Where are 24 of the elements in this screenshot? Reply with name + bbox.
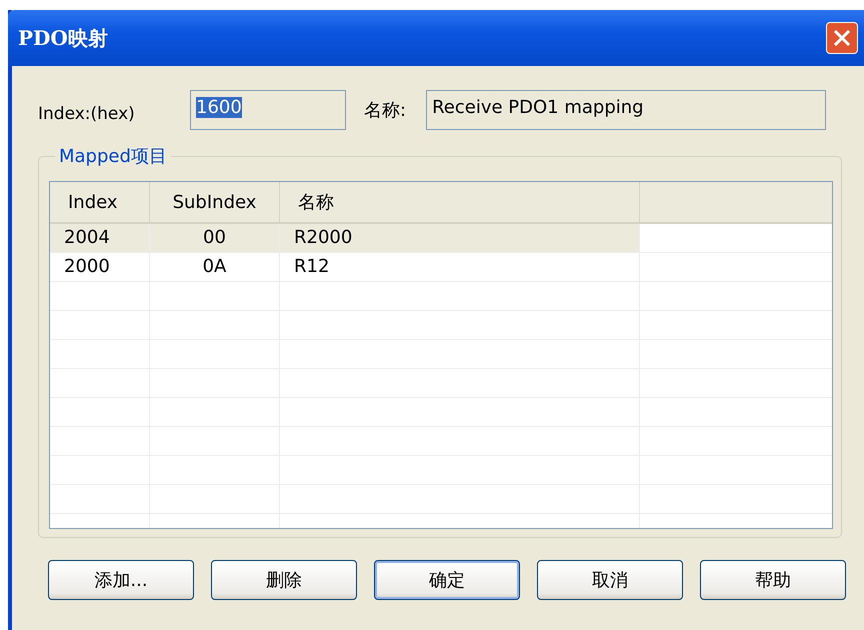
index-label: Index:(hex)	[38, 104, 136, 124]
table-cell: 0A	[150, 253, 280, 281]
field-value: 1600	[196, 97, 242, 118]
dialog-button[interactable]: 确定	[374, 560, 520, 600]
table-cell: 2004	[50, 224, 150, 252]
table-row[interactable]: 2000 0A R12	[50, 253, 832, 282]
table-row[interactable]: 2004 00 R2000	[50, 224, 832, 253]
window-title: PDO映射	[18, 24, 108, 52]
column-header[interactable]: Index	[50, 182, 150, 222]
name-label: 名称:	[364, 99, 406, 122]
table-cell: 00	[150, 224, 280, 252]
dialog-button[interactable]: 添加...	[48, 560, 194, 600]
index-field[interactable]: 1600	[190, 90, 346, 130]
name-field[interactable]: Receive PDO1 mapping	[426, 90, 826, 130]
dialog-button[interactable]: 取消	[537, 560, 683, 600]
column-header[interactable]: SubIndex	[150, 182, 280, 222]
close-button[interactable]	[826, 22, 858, 54]
table-cell: R2000	[280, 224, 640, 252]
dialog-button[interactable]: 删除	[211, 560, 357, 600]
table-cell: R12	[280, 253, 640, 281]
column-header[interactable]: 名称	[280, 182, 640, 222]
table-cell: 2000	[50, 253, 150, 281]
dialog-button[interactable]: 帮助	[700, 560, 846, 600]
close-icon	[831, 27, 853, 49]
